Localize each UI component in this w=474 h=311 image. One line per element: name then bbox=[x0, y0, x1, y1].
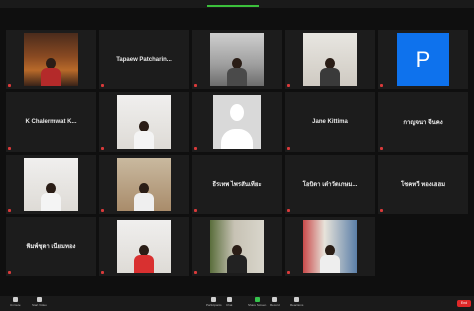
participant-name: ธีรเทพ ไพรสันเทียะ bbox=[212, 182, 262, 189]
muted-mic-icon bbox=[101, 146, 104, 150]
participant-video bbox=[303, 219, 357, 273]
participant-video bbox=[210, 33, 264, 87]
participant-tile[interactable] bbox=[99, 92, 189, 152]
video-camera-button[interactable]: Start Video bbox=[32, 297, 47, 307]
chat-icon bbox=[226, 297, 232, 302]
end-meeting-button[interactable]: End bbox=[457, 300, 471, 307]
participant-video bbox=[117, 219, 171, 273]
muted-mic-icon bbox=[101, 271, 104, 274]
muted-mic-icon bbox=[101, 208, 104, 212]
muted-mic-icon bbox=[8, 146, 11, 150]
muted-mic-icon bbox=[287, 146, 290, 150]
video-camera-icon bbox=[36, 297, 42, 302]
participant-tile bbox=[378, 217, 468, 276]
toolbar-label: Record bbox=[270, 303, 280, 307]
chat-button[interactable]: Chat bbox=[226, 297, 232, 307]
participant-name: กาญจนา จีนคง bbox=[403, 119, 443, 126]
participant-tile[interactable]: K Chalermwat K... bbox=[6, 92, 96, 152]
muted-mic-icon bbox=[380, 208, 383, 212]
participant-video bbox=[210, 219, 264, 273]
participant-name: Tapaew Patcharin... bbox=[116, 56, 172, 63]
muted-mic-icon bbox=[194, 84, 197, 88]
participant-figure bbox=[134, 182, 154, 211]
participant-figure bbox=[134, 120, 154, 149]
participant-tile[interactable] bbox=[192, 30, 282, 90]
participant-tile[interactable]: ธีรเทพ ไพรสันเทียะ bbox=[192, 154, 282, 214]
participant-tile[interactable] bbox=[6, 30, 96, 90]
muted-mic-icon bbox=[380, 84, 383, 88]
muted-mic-icon bbox=[380, 146, 383, 150]
participant-tile[interactable]: พิมพ์ชุดา เนียมทอง bbox=[6, 216, 96, 276]
toolbar-label: Chat bbox=[226, 303, 233, 307]
participant-figure bbox=[41, 58, 61, 87]
toolbar-label: Reactions bbox=[290, 303, 304, 307]
participant-figure bbox=[227, 245, 247, 273]
participant-video bbox=[24, 33, 78, 87]
muted-mic-icon bbox=[194, 271, 197, 274]
participant-tile[interactable]: กาญจนา จีนคง bbox=[378, 92, 468, 152]
participant-avatar: P bbox=[397, 33, 449, 87]
participant-name: โชคทวี ทองเฮฮม bbox=[400, 182, 446, 189]
participant-tile[interactable]: โอบิดา เต๋าวัดเกษม... bbox=[285, 154, 375, 214]
participant-tile[interactable] bbox=[192, 216, 282, 276]
participant-video bbox=[303, 33, 357, 87]
participant-figure bbox=[320, 58, 340, 87]
participants-icon bbox=[211, 297, 217, 302]
participant-tile[interactable]: P bbox=[378, 30, 468, 90]
participant-figure bbox=[227, 58, 247, 87]
toolbar-label: Start Video bbox=[32, 303, 47, 307]
participants-button[interactable]: Participants bbox=[206, 297, 222, 307]
muted-mic-icon bbox=[8, 208, 11, 212]
participant-tile[interactable] bbox=[99, 216, 189, 276]
participant-tile[interactable] bbox=[6, 154, 96, 214]
participant-figure bbox=[320, 245, 340, 273]
participant-video bbox=[24, 157, 78, 211]
participant-name: Jane Kittima bbox=[312, 118, 348, 125]
toolbar-label: Participants bbox=[206, 303, 222, 307]
participant-name: โอบิดา เต๋าวัดเกษม... bbox=[302, 182, 358, 189]
participant-video bbox=[117, 95, 171, 149]
meeting-toolbar: End Unmute Start Video Participants Chat Sha… bbox=[0, 296, 474, 311]
share-screen-icon bbox=[254, 297, 260, 302]
record-icon bbox=[272, 297, 278, 302]
participant-tile[interactable]: โชคทวี ทองเฮฮม bbox=[378, 154, 468, 214]
participant-tile[interactable]: Tapaew Patcharin... bbox=[99, 30, 189, 90]
microphone-button[interactable]: Unmute bbox=[10, 297, 21, 307]
participant-tile[interactable] bbox=[285, 216, 375, 276]
participant-tile[interactable] bbox=[99, 154, 189, 214]
muted-mic-icon bbox=[287, 271, 290, 274]
zoom-meeting-window: Tapaew Patcharin... P K Chalermwat K... Jan… bbox=[0, 0, 474, 311]
participant-figure bbox=[134, 245, 154, 273]
participant-tile[interactable] bbox=[192, 92, 282, 152]
muted-mic-icon bbox=[8, 84, 11, 88]
muted-mic-icon bbox=[101, 84, 104, 88]
participant-video bbox=[117, 157, 171, 211]
participant-name: K Chalermwat K... bbox=[25, 118, 77, 125]
participant-gallery: Tapaew Patcharin... P K Chalermwat K... Jan… bbox=[6, 30, 468, 276]
record-button[interactable]: Record bbox=[270, 297, 280, 307]
microphone-icon bbox=[12, 297, 18, 302]
top-bar bbox=[0, 0, 474, 8]
participant-tile[interactable] bbox=[285, 30, 375, 90]
toolbar-label: Share Screen bbox=[248, 303, 267, 307]
reactions-icon bbox=[294, 297, 300, 302]
participant-figure bbox=[41, 182, 61, 211]
participant-name: พิมพ์ชุดา เนียมทอง bbox=[26, 244, 76, 251]
reactions-button[interactable]: Reactions bbox=[290, 297, 303, 307]
muted-mic-icon bbox=[194, 146, 197, 150]
share-screen-button[interactable]: Share Screen bbox=[248, 297, 266, 307]
muted-mic-icon bbox=[8, 271, 11, 274]
muted-mic-icon bbox=[194, 208, 197, 212]
muted-mic-icon bbox=[287, 84, 290, 88]
active-speaker-indicator bbox=[207, 5, 259, 7]
toolbar-label: Unmute bbox=[10, 303, 21, 307]
default-avatar-icon bbox=[213, 95, 261, 149]
muted-mic-icon bbox=[287, 208, 290, 212]
participant-tile[interactable]: Jane Kittima bbox=[285, 92, 375, 152]
